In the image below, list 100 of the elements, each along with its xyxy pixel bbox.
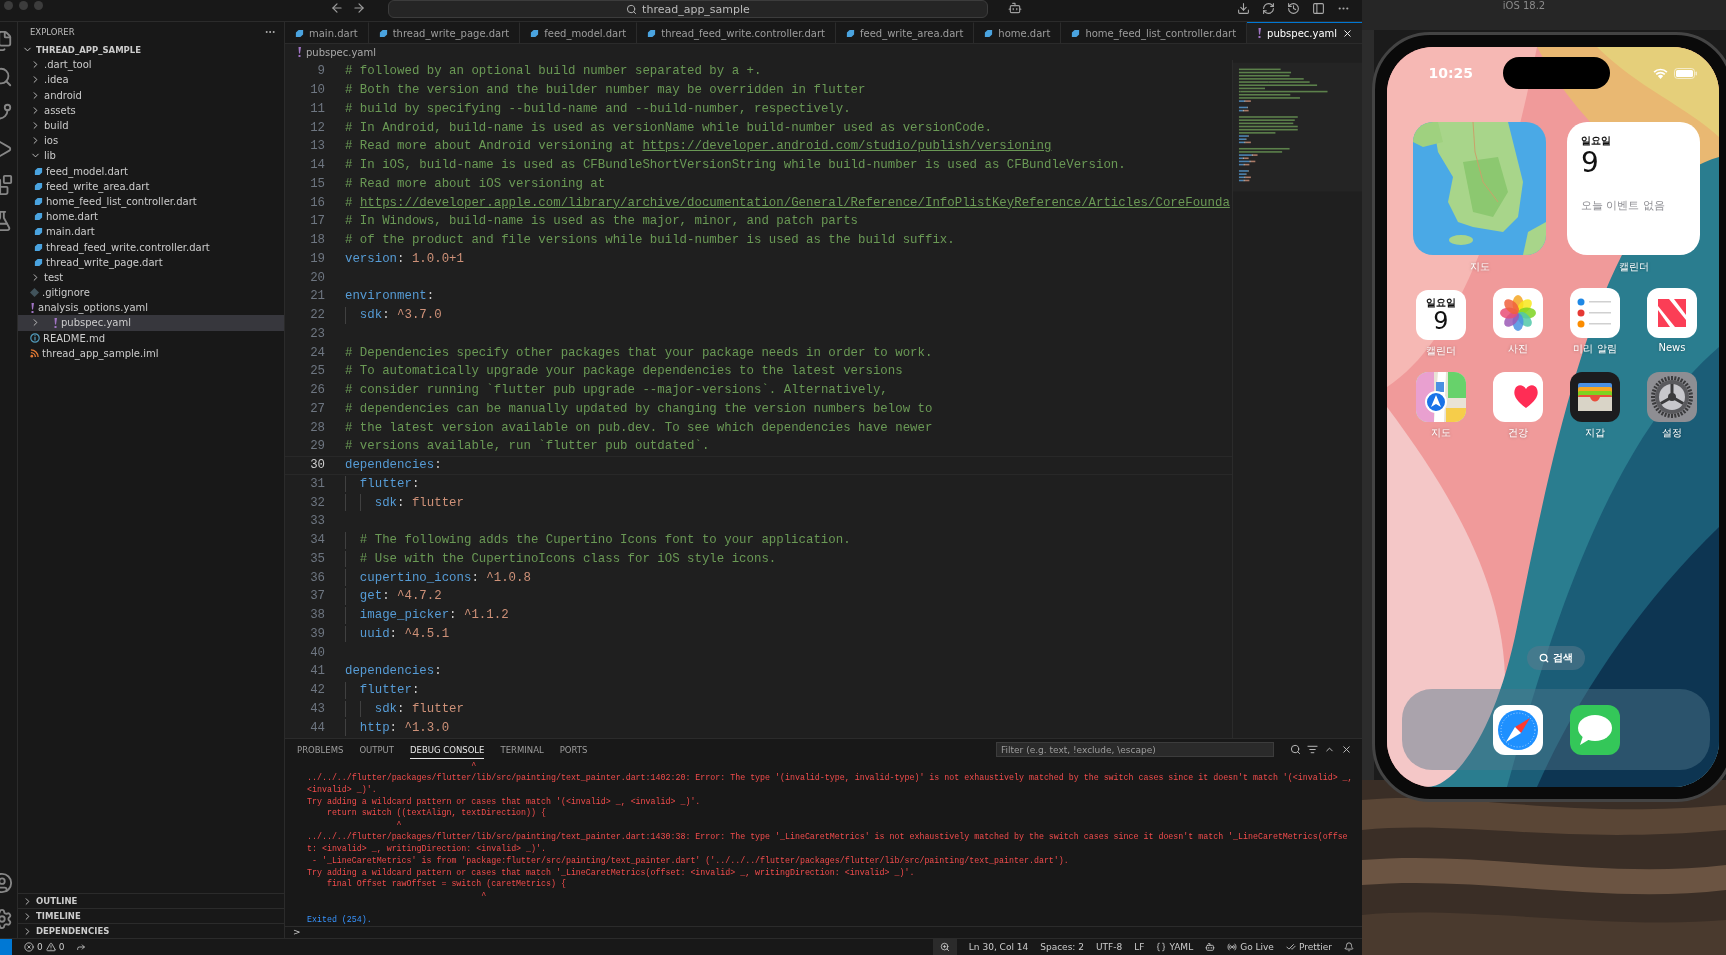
tree-item[interactable]: main.dart — [18, 224, 284, 240]
tree-item[interactable]: .dart_tool — [18, 57, 284, 73]
line-number: 41 — [309, 664, 325, 679]
panel-tab[interactable]: OUTPUT — [359, 740, 395, 759]
tree-item[interactable]: feed_write_area.dart — [18, 178, 284, 194]
tree-item[interactable]: analysis_options.yaml — [18, 300, 284, 316]
line-number: 28 — [309, 420, 325, 435]
code-line: # Use with the CupertinoIcons class for iOS style icons. — [345, 550, 777, 568]
exclamation-icon — [297, 47, 302, 57]
panel-tab[interactable]: TERMINAL — [500, 740, 544, 759]
link[interactable]: https://developer.android.com/studio/publish/versioning — [642, 139, 1052, 154]
tree-item[interactable]: thread_write_page.dart — [18, 254, 284, 270]
tree-item[interactable]: .idea — [18, 72, 284, 88]
section-header[interactable]: TIMELINE — [18, 908, 284, 923]
line-number: 29 — [309, 439, 325, 454]
console-line: return switch ((textAlign, textDirection)) { — [325, 807, 547, 820]
code-line: flutter: — [345, 681, 420, 699]
filter-list-icon[interactable] — [1307, 744, 1318, 755]
prettier-status[interactable]: Prettier — [1285, 942, 1332, 952]
link[interactable]: https://developer.apple.com/library/archive/documentation/General/Reference/InfoPlistKeyReference/Articles/CoreFounda — [359, 195, 1230, 210]
editor-tab[interactable]: pubspec.yaml — [1247, 22, 1362, 43]
dart-file-icon — [1071, 28, 1081, 38]
panel-tab[interactable]: DEBUG CONSOLE — [410, 740, 485, 759]
console-line: ^ — [470, 760, 478, 772]
problems-indicator[interactable]: 0 0 — [24, 942, 65, 952]
tree-item[interactable]: android — [18, 87, 284, 103]
tree-item[interactable]: lib — [18, 148, 284, 164]
section-header[interactable]: OUTLINE — [18, 893, 284, 908]
exclamation-icon — [1257, 28, 1263, 38]
code-line: environment: — [345, 288, 435, 305]
code-line: # In Android, build-name is used as versionName while build-number used as versionCode. — [345, 119, 992, 136]
close-icon[interactable] — [1342, 27, 1354, 39]
code-line: # dependencies can be manually updated by changing the version numbers below to — [345, 400, 933, 418]
dart-file-icon — [378, 28, 388, 38]
language-status[interactable]: YAML — [1156, 942, 1194, 952]
breadcrumb-item[interactable]: pubspec.yaml — [306, 46, 376, 58]
line-number: 11 — [309, 101, 325, 116]
line-number: 20 — [309, 270, 325, 285]
tree-item[interactable]: pubspec.yaml — [18, 315, 284, 331]
line-number: 26 — [309, 383, 325, 398]
robot-icon[interactable] — [1205, 942, 1216, 952]
code-line: sdk: flutter — [345, 494, 464, 511]
panel-tab[interactable]: PORTS — [559, 740, 588, 759]
tree-item[interactable]: .gitignore — [18, 285, 284, 301]
warning-count: 0 — [58, 942, 65, 952]
line-number: 21 — [309, 289, 325, 304]
tree-item[interactable]: thread_feed_write.controller.dart — [18, 239, 284, 255]
rss-icon — [30, 348, 39, 358]
history-icon[interactable] — [1287, 2, 1300, 15]
diamond-icon — [30, 288, 39, 298]
code-line: # https://developer.apple.com/library/archive/documentation/General/Reference/InfoPlistKeyReference/Articles/CoreFounda — [345, 194, 1230, 211]
tree-item[interactable]: THREAD_APP_SAMPLE — [18, 42, 284, 58]
forward-icon[interactable] — [76, 942, 87, 952]
go-live-status[interactable]: Go Live — [1227, 942, 1274, 952]
line-number: 39 — [309, 626, 325, 641]
panel-tab[interactable]: PROBLEMS — [297, 740, 344, 759]
console-line: ../../../flutter/packages/flutter/lib/src/painting/text_painter.dart:1430:38: Error: The type '_LineCaretMetrics' is not exhaustively matched by the switch cases since it doesn't match '_LineCaretMetrics(offse — [307, 831, 1349, 843]
status-item[interactable]: Spaces: 2 — [1040, 942, 1084, 952]
status-item[interactable]: Ln 30, Col 14 — [968, 942, 1029, 952]
dart-file-icon — [984, 28, 994, 38]
line-number: 37 — [309, 589, 325, 604]
line-number: 23 — [309, 326, 325, 341]
search-field[interactable]: thread_app_sample — [388, 0, 988, 18]
sidebar-title: EXPLORER — [30, 27, 75, 37]
zoom-icon[interactable] — [932, 939, 957, 955]
tree-item[interactable]: home_feed_list_controller.dart — [18, 193, 284, 210]
line-number: 10 — [309, 83, 325, 98]
filter-field[interactable]: Filter (e.g. text, !exclude, \escape) — [996, 742, 1274, 757]
tree-item[interactable]: README.md — [18, 330, 284, 346]
panel-icon[interactable] — [1312, 2, 1325, 15]
tree-item[interactable]: test — [18, 269, 284, 285]
exclamation-icon — [30, 302, 35, 313]
tree-item[interactable]: ios — [18, 133, 284, 149]
info-icon — [30, 333, 40, 344]
dart-file-icon — [647, 28, 657, 38]
line-number: 9 — [316, 64, 325, 79]
line-number: 31 — [309, 476, 325, 491]
code-line: uuid: ^4.5.1 — [345, 625, 450, 643]
code-line: dependencies: — [345, 663, 442, 680]
line-number: 22 — [309, 308, 325, 323]
tree-item[interactable]: feed_model.dart — [18, 163, 284, 179]
line-number: 34 — [309, 533, 325, 548]
robot-icon[interactable] — [1008, 1, 1022, 15]
tree-item[interactable]: home.dart — [18, 209, 284, 225]
refresh-icon[interactable] — [1262, 2, 1275, 15]
line-number: 18 — [309, 233, 325, 248]
search-icon — [626, 3, 638, 15]
close-icon[interactable] — [1341, 744, 1352, 755]
download-icon[interactable] — [1237, 2, 1250, 15]
search-icon[interactable] — [1290, 744, 1301, 755]
tree-item[interactable]: assets — [18, 102, 284, 118]
status-item[interactable]: UTF-8 — [1095, 942, 1123, 952]
code-line: # The following adds the Cupertino Icons font to your application. — [345, 531, 851, 549]
status-item[interactable]: LF — [1134, 942, 1145, 952]
console-line: Try adding a wildcard pattern or cases that match '(<invalid> _, <invalid> _)'. — [307, 795, 702, 808]
bell-icon[interactable] — [1344, 942, 1354, 952]
exclamation-icon — [53, 317, 58, 328]
tree-item[interactable]: build — [18, 117, 284, 134]
tree-item[interactable]: thread_app_sample.iml — [18, 345, 284, 361]
code-line: sdk: ^3.7.0 — [345, 306, 442, 324]
